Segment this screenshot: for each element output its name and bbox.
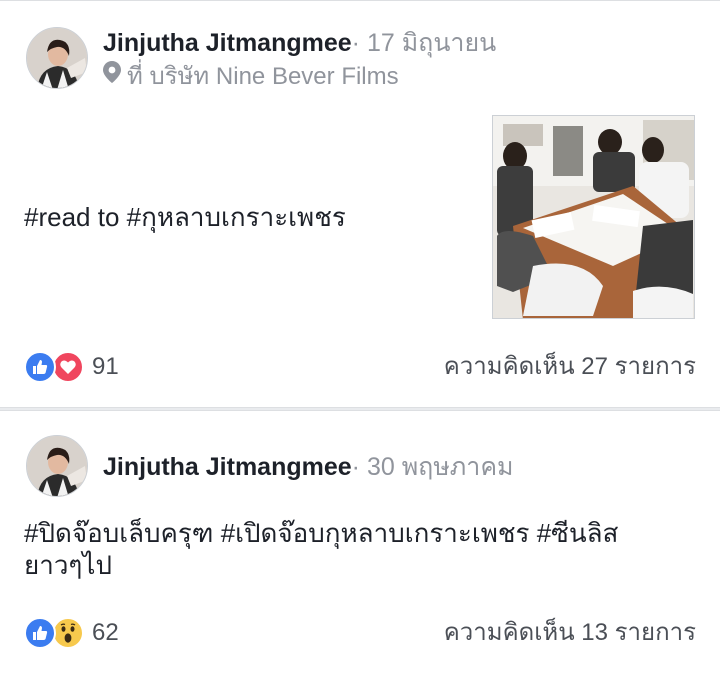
love-icon: [52, 351, 84, 383]
avatar[interactable]: [26, 435, 88, 497]
wow-icon: [52, 617, 84, 649]
reaction-count: 91: [92, 353, 119, 380]
profile-photo: [27, 28, 87, 88]
comment-count-link[interactable]: ความคิดเห็น 27 รายการ: [444, 350, 696, 384]
feed-post: Jinjutha Jitmangmee· 30 พฤษภาคม #ปิดจ๊อบ…: [0, 410, 720, 681]
like-icon: [24, 617, 56, 649]
reaction-summary[interactable]: 62: [24, 616, 119, 650]
comment-count-link[interactable]: ความคิดเห็น 13 รายการ: [444, 616, 696, 650]
location-pin-icon: [103, 60, 121, 92]
reaction-summary[interactable]: 91: [24, 350, 119, 384]
post-date[interactable]: 17 มิถุนายน: [367, 29, 496, 57]
post-photo[interactable]: [492, 115, 695, 319]
post-text: #read to #กุหลาบเกราะเพชร: [24, 202, 346, 232]
post-location[interactable]: ที่ บริษัท Nine Bever Films: [103, 60, 399, 94]
avatar[interactable]: [26, 27, 88, 89]
like-icon: [24, 351, 56, 383]
separator-dot: ·: [351, 453, 360, 481]
location-label: ที่ บริษัท Nine Bever Films: [127, 63, 399, 90]
author-name[interactable]: Jinjutha Jitmangmee: [103, 453, 352, 481]
profile-photo: [27, 436, 87, 496]
author-name[interactable]: Jinjutha Jitmangmee: [103, 29, 352, 57]
post-text: #ปิดจ๊อบเล็บครุฑ #เปิดจ๊อบกุหลาบเกราะเพช…: [24, 518, 619, 580]
post-date[interactable]: 30 พฤษภาคม: [367, 453, 514, 481]
post-header: Jinjutha Jitmangmee· 17 มิถุนายน: [103, 27, 496, 59]
reaction-count: 62: [92, 619, 119, 646]
feed-post: Jinjutha Jitmangmee· 17 มิถุนายน ที่ บริ…: [0, 0, 720, 408]
post-header: Jinjutha Jitmangmee· 30 พฤษภาคม: [103, 451, 514, 483]
separator-dot: ·: [351, 29, 360, 57]
